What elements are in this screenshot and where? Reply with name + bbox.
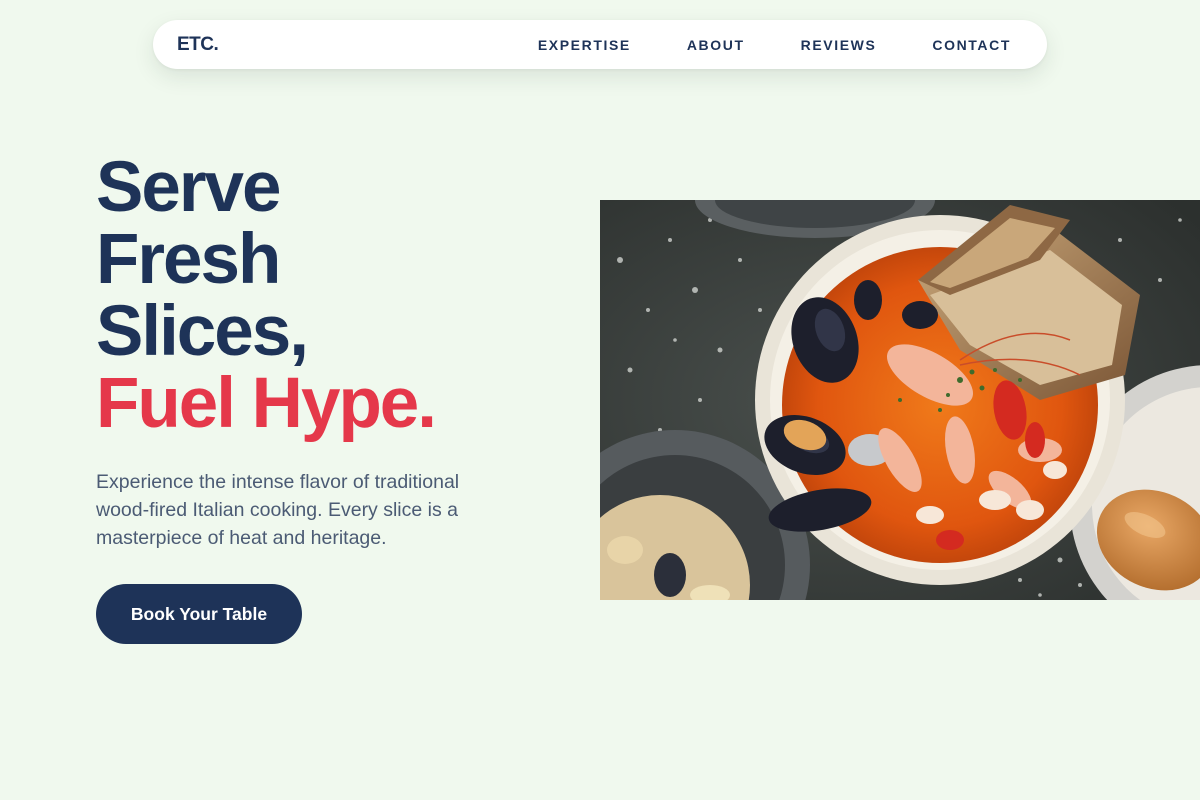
- nav-link-about[interactable]: ABOUT: [687, 37, 745, 53]
- hero-description: Experience the intense flavor of traditi…: [96, 471, 460, 549]
- hero-headline: Serve Fresh Slices, Fuel Hype.: [96, 148, 437, 443]
- nav-link-reviews[interactable]: REVIEWS: [801, 37, 877, 53]
- top-nav: ETC. EXPERTISE ABOUT REVIEWS CONTACT: [153, 20, 1047, 69]
- hero-headline-accent: Fuel Hype.: [96, 364, 437, 443]
- hero-headline-line: Slices,: [96, 292, 309, 371]
- nav-link-contact[interactable]: CONTACT: [932, 37, 1011, 53]
- book-table-button[interactable]: Book Your Table: [96, 584, 302, 644]
- hero-headline-line: Fresh: [96, 220, 281, 299]
- nav-links: EXPERTISE ABOUT REVIEWS CONTACT: [538, 20, 1047, 69]
- hero-food-image: [600, 200, 1200, 600]
- nav-link-expertise[interactable]: EXPERTISE: [538, 37, 631, 53]
- site-logo[interactable]: ETC.: [177, 20, 219, 69]
- hero-headline-line: Serve: [96, 148, 281, 227]
